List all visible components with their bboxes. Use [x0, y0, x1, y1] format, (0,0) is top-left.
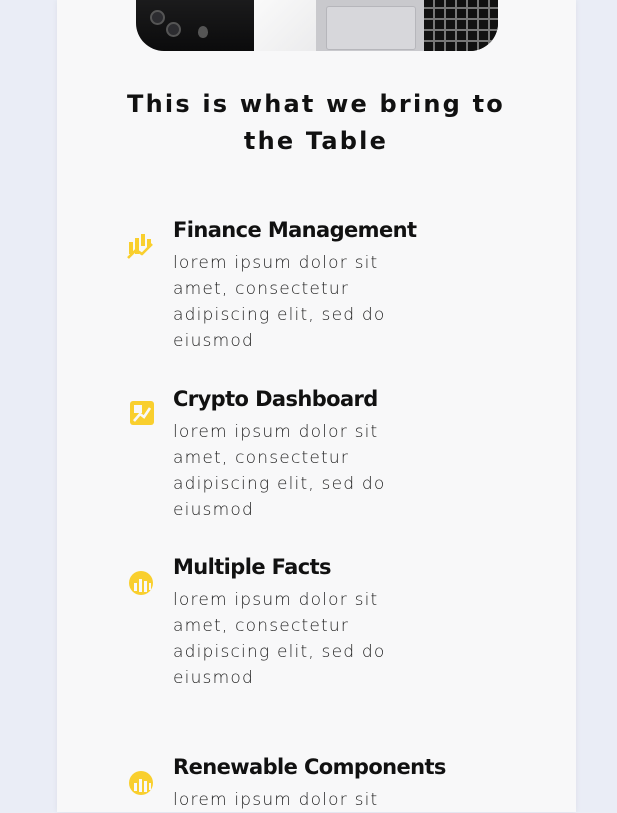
laptop-image: [316, 0, 498, 51]
feature-description: lorem ipsum dolor sit amet, consectetur …: [173, 253, 386, 351]
camera-lens: [150, 10, 165, 25]
feature-description: lorem ipsum dolor sit: [173, 790, 379, 810]
laptop-keyboard: [424, 0, 498, 51]
laptop-trackpad: [326, 6, 416, 50]
bar-chart-circle-icon: [126, 768, 156, 798]
apple-logo: [198, 26, 208, 38]
trending-chart-icon: [126, 231, 156, 261]
phone-image: [136, 0, 256, 51]
camera-lens: [166, 22, 181, 37]
feature-title: Crypto Dashboard: [173, 387, 378, 411]
feature-description: lorem ipsum dolor sit amet, consectetur …: [173, 590, 386, 688]
feature-title: Finance Management: [173, 218, 417, 242]
feature-description: lorem ipsum dolor sit amet, consectetur …: [173, 422, 386, 520]
chart-square-icon: [126, 398, 156, 428]
feature-title: Multiple Facts: [173, 555, 332, 579]
bar-chart-circle-icon: [126, 568, 156, 598]
hero-image: [136, 0, 498, 51]
section-heading: This is what we bring to the Table: [127, 90, 505, 155]
feature-title: Renewable Components: [173, 755, 446, 779]
